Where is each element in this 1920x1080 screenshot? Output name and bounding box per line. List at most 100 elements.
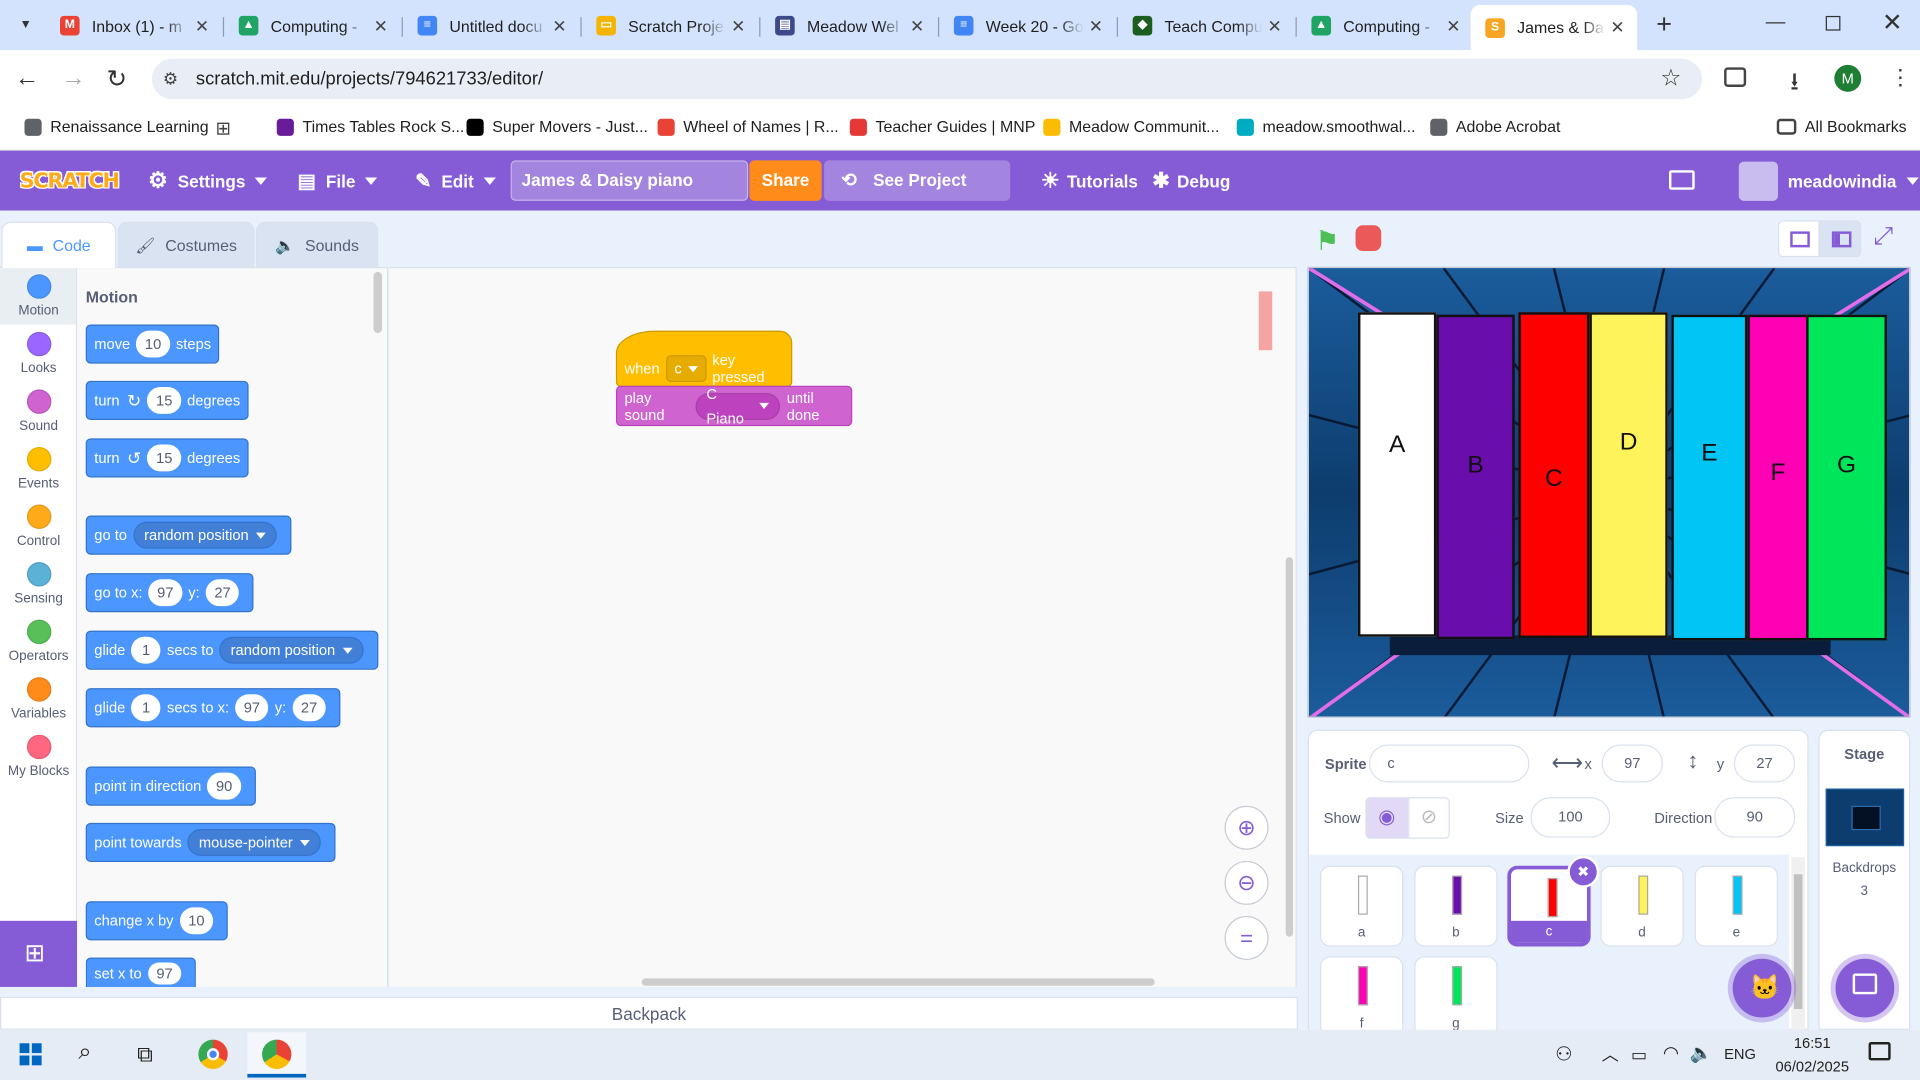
category-operators[interactable]: Operators [0, 619, 77, 664]
scratch-logo[interactable]: SCRATCH [20, 151, 120, 211]
piano-key-e[interactable]: E [1671, 314, 1748, 641]
clock-date[interactable]: 06/02/2025 [1763, 1058, 1861, 1075]
back-icon[interactable]: ← [15, 65, 39, 93]
block-turn-right[interactable]: turn ↻ 15 degrees [85, 380, 249, 421]
code-workspace[interactable] [389, 266, 1297, 987]
bookmark-item[interactable]: Meadow Communit... [1043, 118, 1219, 136]
sprite-tile-d[interactable]: d [1600, 865, 1684, 947]
block-go-to[interactable]: go to random position [85, 515, 292, 555]
browser-tab[interactable]: ≡ Week 20 - Go ✕ [939, 7, 1115, 44]
settings-menu[interactable]: ⚙ Settings [148, 151, 268, 211]
category-sound[interactable]: Sound [0, 389, 77, 433]
bookmark-item[interactable]: meadow.smoothwal... [1236, 118, 1416, 136]
browser-tab[interactable]: ▤ Meadow Wel ✕ [760, 7, 936, 44]
volume-icon[interactable]: 🔈 [1690, 1042, 1713, 1064]
category-looks[interactable]: Looks [0, 331, 77, 376]
language-indicator[interactable]: ENG [1724, 1046, 1756, 1063]
edit-menu[interactable]: ✎ Edit [415, 151, 496, 211]
show-visible-button[interactable]: ◉ [1365, 797, 1409, 839]
large-stage-button[interactable] [1819, 220, 1862, 258]
profile-avatar[interactable]: M [1834, 64, 1862, 92]
new-tab-button[interactable]: + [1651, 9, 1678, 39]
sprite-tile-g[interactable]: g [1414, 956, 1498, 1038]
close-tab-icon[interactable]: ✕ [1262, 15, 1286, 36]
fullscreen-icon[interactable]: ⤢ [1873, 223, 1893, 251]
browser-tab[interactable]: ▲ Computing - ✕ [1297, 7, 1473, 44]
search-icon[interactable]: ⌕ [78, 1040, 91, 1067]
download-icon[interactable]: ⭳ [1790, 64, 1799, 106]
zoom-in-button[interactable]: ⊕ [1224, 805, 1269, 850]
block-point-towards[interactable]: point towards mouse-pointer [85, 822, 336, 863]
backpack[interactable]: Backpack [0, 996, 1298, 1030]
tab-search-button[interactable]: ▼ [12, 12, 39, 39]
choose-backdrop-button[interactable] [1835, 958, 1895, 1018]
workspace-horizontal-scrollbar[interactable] [641, 978, 1155, 986]
delete-sprite-button[interactable]: ✖ [1567, 855, 1600, 888]
category-sensing[interactable]: Sensing [0, 562, 77, 606]
move-steps-input[interactable]: 10 [136, 330, 170, 358]
minimize-button[interactable]: — [1766, 12, 1786, 34]
close-window-button[interactable]: ✕ [1882, 7, 1903, 38]
block-go-to-xy[interactable]: go to x: 97 y: 27 [85, 573, 254, 613]
go-to-x-input[interactable]: 97 [148, 579, 183, 607]
browser-tab[interactable]: ◆ Teach Compu ✕ [1118, 7, 1294, 44]
turn-left-input[interactable]: 15 [147, 444, 181, 472]
bookmark-item[interactable]: Times Tables Rock S... [276, 118, 464, 136]
block-turn-left[interactable]: turn ↺ 15 degrees [85, 438, 249, 478]
turn-right-input[interactable]: 15 [147, 386, 181, 414]
stop-icon[interactable] [1355, 225, 1382, 252]
key-dropdown[interactable]: c [665, 355, 707, 383]
file-menu[interactable]: ▤ File [298, 151, 378, 211]
choose-sprite-button[interactable]: 🐱 [1732, 958, 1792, 1018]
bookmark-item[interactable]: Adobe Acrobat [1430, 118, 1560, 136]
sprite-tile-b[interactable]: b [1414, 865, 1498, 947]
piano-key-d[interactable]: D [1589, 312, 1668, 638]
y-input[interactable]: 27 [1733, 744, 1796, 783]
category-control[interactable]: Control [0, 504, 77, 549]
zoom-reset-button[interactable]: = [1224, 915, 1269, 961]
close-tab-icon[interactable]: ✕ [547, 15, 571, 36]
direction-input-field[interactable]: 90 [1714, 797, 1796, 838]
glide-to-dropdown[interactable]: random position [219, 636, 364, 664]
chrome-taskbar-icon[interactable] [198, 1039, 228, 1069]
block-play-sound-until-done[interactable]: play sound C Piano until done [615, 385, 853, 427]
all-bookmarks[interactable]: All Bookmarks [1776, 118, 1907, 136]
stage-canvas[interactable]: A B C D E F G [1307, 266, 1911, 718]
point-towards-dropdown[interactable]: mouse-pointer [187, 828, 321, 856]
close-tab-icon[interactable]: ✕ [190, 15, 214, 36]
close-tab-icon[interactable]: ✕ [1441, 15, 1465, 36]
workspace-vertical-scrollbar[interactable] [1285, 557, 1294, 937]
set-x-input[interactable]: 97 [147, 961, 182, 984]
glide-y-input[interactable]: 27 [292, 694, 326, 722]
clock-time[interactable]: 16:51 [1776, 1035, 1849, 1052]
close-tab-icon[interactable]: ✕ [905, 15, 929, 36]
x-input[interactable]: 97 [1601, 744, 1663, 783]
sound-dropdown[interactable]: C Piano [695, 385, 780, 427]
change-x-input[interactable]: 10 [179, 907, 214, 935]
close-tab-icon[interactable]: ✕ [1605, 17, 1629, 38]
share-button[interactable]: Share [749, 160, 822, 201]
sprite-name-input[interactable]: c [1368, 744, 1530, 783]
category-motion[interactable]: Motion [0, 274, 77, 318]
glide-xy-secs-input[interactable]: 1 [131, 694, 161, 722]
maximize-button[interactable] [1825, 15, 1841, 31]
zoom-out-button[interactable]: ⊖ [1224, 860, 1269, 905]
glide-secs-input[interactable]: 1 [131, 636, 161, 664]
piano-key-a[interactable]: A [1357, 312, 1437, 637]
reload-icon[interactable]: ↻ [107, 64, 128, 95]
go-to-dropdown[interactable]: random position [133, 521, 277, 549]
close-tab-icon[interactable]: ✕ [1084, 15, 1108, 36]
chrome-profile-taskbar-icon[interactable] [247, 1032, 307, 1078]
chrome-menu-icon[interactable]: ⋮ [1889, 65, 1911, 91]
project-title-input[interactable]: James & Daisy piano [510, 160, 749, 201]
see-project-page-button[interactable]: ⟲See Project Page [824, 160, 1011, 230]
bookmark-star-icon[interactable]: ☆ [1660, 65, 1681, 93]
bookmark-item[interactable]: Wheel of Names | R... [657, 118, 839, 136]
account-menu[interactable]: meadowindia [1738, 151, 1919, 211]
browser-tab[interactable]: ▭ Scratch Proje ✕ [582, 7, 758, 44]
block-glide-to[interactable]: glide 1 secs to random position [85, 630, 379, 670]
windows-start-icon[interactable] [19, 1043, 42, 1066]
block-point-in-direction[interactable]: point in direction 90 [85, 766, 256, 806]
bookmark-item[interactable]: Teacher Guides | MNP [849, 118, 1035, 136]
sprite-list-scroll-thumb[interactable] [1793, 874, 1803, 1009]
